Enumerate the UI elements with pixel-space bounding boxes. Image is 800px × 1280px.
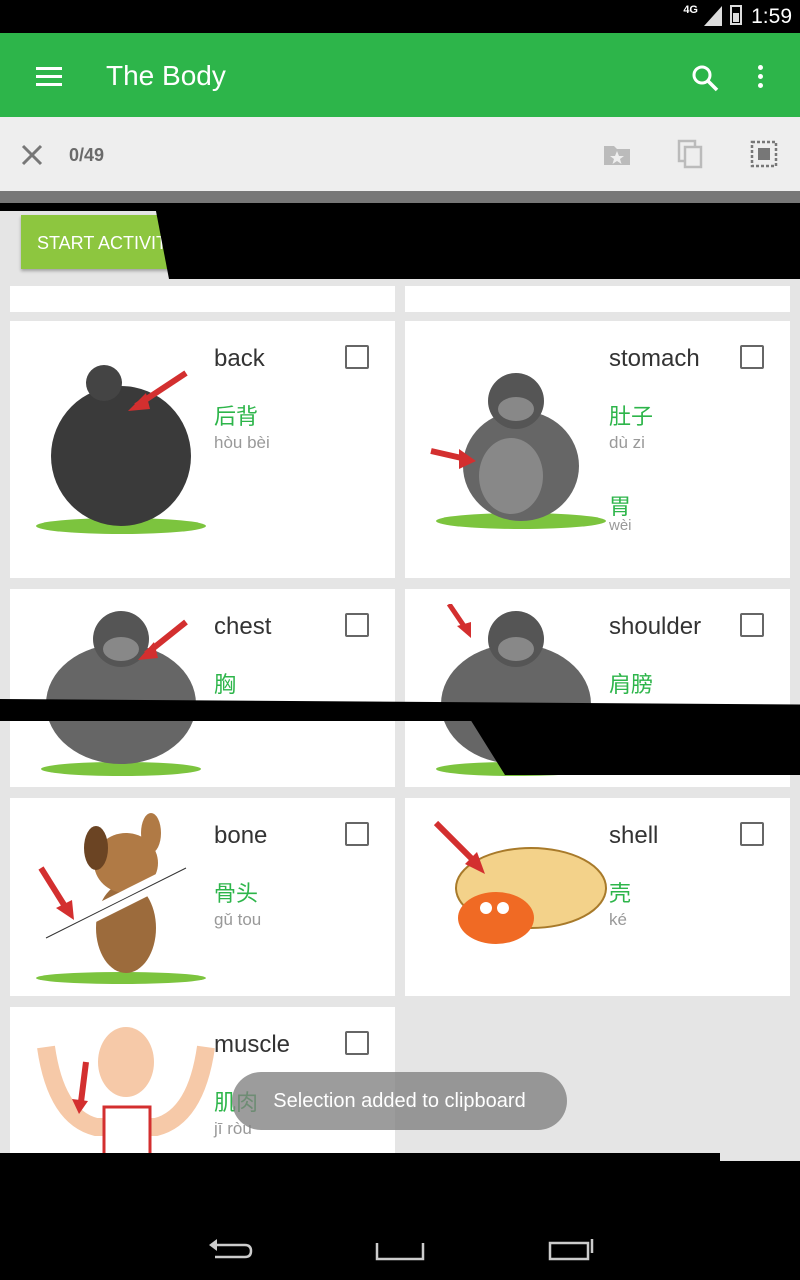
signal-icon [704,6,722,26]
select-checkbox[interactable] [740,345,764,369]
copy-icon[interactable] [676,139,706,169]
pinyin: hòu bèi [214,433,270,452]
hermit-crab-illustration [433,820,607,944]
gorilla-chest-illustration [41,611,201,776]
pinyin: dù zi [609,433,645,452]
close-icon[interactable] [18,141,46,169]
select-checkbox[interactable] [740,822,764,846]
select-all-icon[interactable] [749,139,779,169]
card-chest[interactable]: chest 胸 [10,589,395,787]
app-bar: The Body [0,33,800,117]
page-title: The Body [106,60,226,91]
selection-toolbar: 0/49 [0,117,800,191]
pinyin: ké [609,910,627,929]
chinese-word: 后背 [214,404,259,429]
status-bar: 4G 1:59 [0,0,800,33]
select-checkbox[interactable] [345,1031,369,1055]
redaction-bar [0,1153,800,1208]
hamburger-menu-icon[interactable] [36,67,62,86]
start-activity-button[interactable]: START ACTIVITY [21,215,171,269]
select-checkbox[interactable] [345,613,369,637]
recent-apps-icon[interactable] [548,1233,598,1263]
chinese-word: 骨头 [214,881,259,906]
card-grid: back 后背 hòu bèi stomach 肚子 dù zi 胃 wèi c… [0,191,800,1208]
folder-star-icon[interactable] [602,139,632,169]
gorilla-stomach-illustration [430,373,606,529]
selection-count: 0/49 [69,145,105,165]
select-checkbox[interactable] [345,822,369,846]
english-word: muscle [214,1031,291,1058]
card-bone[interactable]: bone 骨头 gǔ tou [10,798,395,996]
search-icon[interactable] [690,63,720,93]
english-word: stomach [609,345,700,372]
english-word: bone [214,822,268,849]
chinese-word: 胸 [214,672,237,697]
gorilla-back-illustration [36,365,206,534]
redaction-bar [155,206,800,279]
network-type: 4G [683,4,698,16]
muscle-man-illustration [37,1027,215,1167]
partial-card[interactable] [10,286,395,312]
chinese-word: 肩膀 [609,672,654,697]
select-checkbox[interactable] [345,345,369,369]
english-word: shell [609,822,659,849]
clock: 1:59 [751,5,792,28]
pinyin: gǔ tou [214,910,262,929]
alt-pinyin: wèi [609,517,632,534]
dog-bone-illustration [36,813,206,984]
chinese-word: 壳 [609,881,632,906]
toast-message: Selection added to clipboard [232,1072,567,1130]
home-icon[interactable] [375,1233,425,1263]
select-checkbox[interactable] [740,613,764,637]
english-word: chest [214,613,272,640]
partial-card[interactable] [405,286,790,312]
battery-icon [730,5,742,25]
back-icon[interactable] [205,1233,255,1263]
chinese-word: 肚子 [609,404,654,429]
overflow-menu-icon[interactable] [752,65,768,91]
redaction-bar [465,711,800,775]
english-word: back [214,345,265,372]
card-shell[interactable]: shell 壳 ké [405,798,790,996]
english-word: shoulder [609,613,702,640]
system-nav-bar [0,1215,800,1280]
card-stomach[interactable]: stomach 肚子 dù zi 胃 wèi [405,321,790,578]
card-back[interactable]: back 后背 hòu bèi [10,321,395,578]
